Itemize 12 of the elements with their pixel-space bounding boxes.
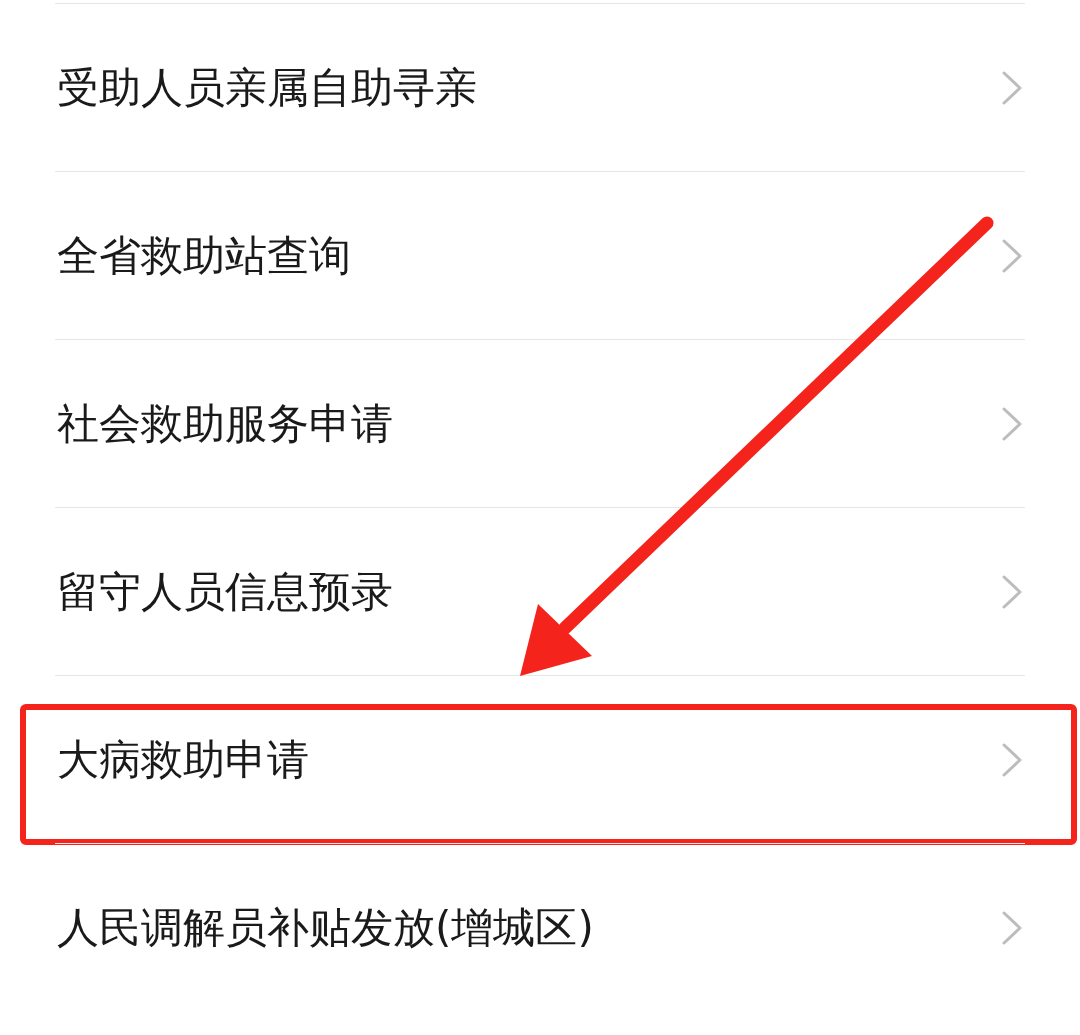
- menu-item-label[interactable]: 全省救助站查询: [55, 227, 351, 284]
- chevron-right-icon: [1001, 741, 1023, 778]
- chevron-right-icon: [1001, 405, 1023, 442]
- chevron-right-icon: [1001, 69, 1023, 106]
- chevron-right-icon: [1001, 909, 1023, 946]
- menu-item-label[interactable]: 受助人员亲属自助寻亲: [55, 59, 477, 116]
- menu-item-label[interactable]: 人民调解员补贴发放(增城区): [55, 899, 594, 956]
- menu-item-label[interactable]: 留守人员信息预录: [55, 563, 393, 620]
- chevron-right-icon: [1001, 237, 1023, 274]
- menu-item-label[interactable]: 大病救助申请: [55, 731, 309, 788]
- chevron-right-icon: [1001, 573, 1023, 610]
- menu-item-label[interactable]: 社会救助服务申请: [55, 395, 393, 452]
